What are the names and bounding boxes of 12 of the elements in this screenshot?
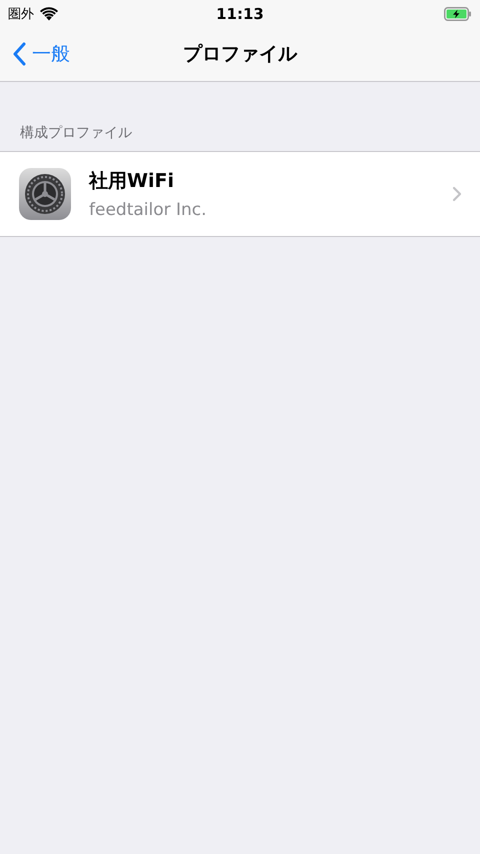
back-chevron-icon — [12, 42, 26, 66]
back-button[interactable]: 一般 — [0, 41, 70, 67]
profile-name: 社用WiFi — [89, 169, 175, 194]
carrier-text: 圏外 — [8, 6, 34, 22]
chevron-right-icon — [452, 186, 462, 202]
wifi-icon — [39, 6, 59, 20]
section-header: 構成プロファイル — [19, 124, 133, 143]
gear-icon — [19, 168, 71, 220]
page-title: プロファイル — [183, 42, 297, 67]
profile-organization: feedtailor Inc. — [89, 200, 208, 220]
profile-row[interactable]: 社用WiFi feedtailor Inc. — [0, 152, 480, 236]
clock-time: 11:13 — [216, 4, 264, 22]
